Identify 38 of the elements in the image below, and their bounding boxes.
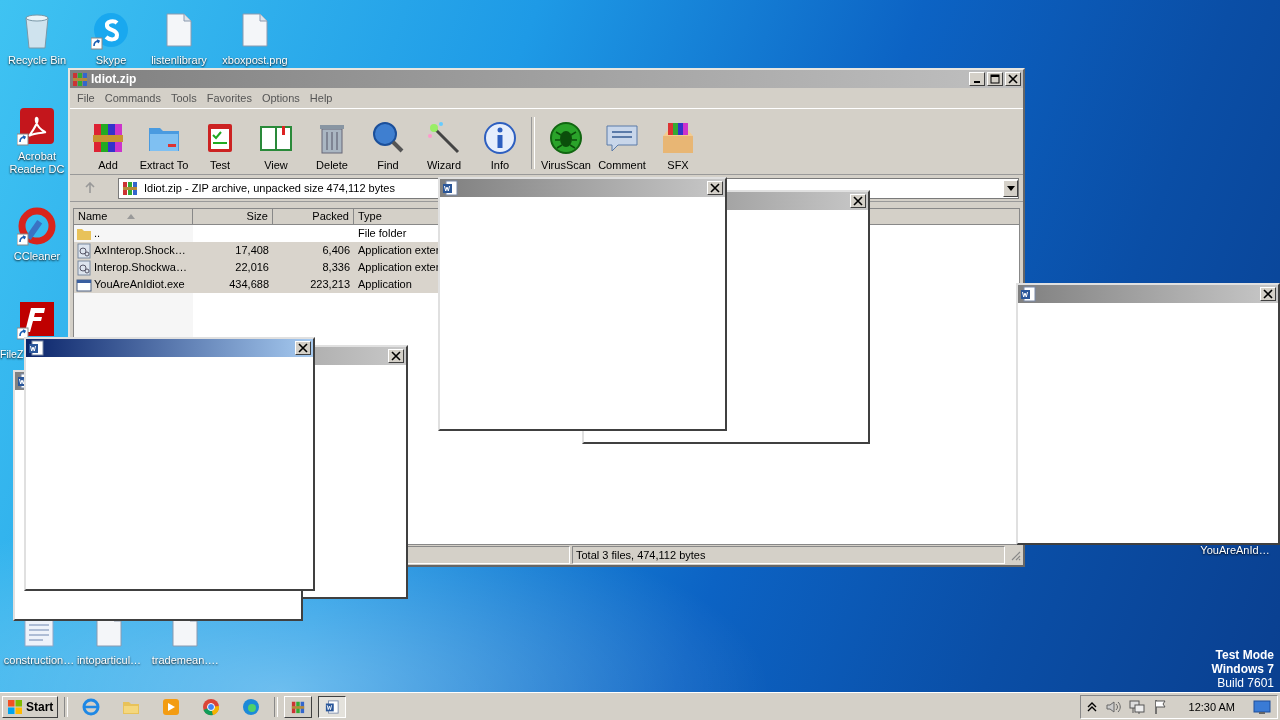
toolbar-button[interactable]: Info: [472, 120, 528, 171]
desktop-icon-label[interactable]: YouAreAnId…: [1200, 544, 1270, 557]
clock[interactable]: 12:30 AM: [1188, 700, 1235, 713]
toolbar-button[interactable]: VirusScan: [538, 120, 594, 171]
packed-cell: 223,213: [273, 276, 354, 293]
file-name-cell[interactable]: AxInterop.Shock…: [74, 242, 193, 259]
menu-item[interactable]: Options: [256, 92, 305, 104]
start-button[interactable]: Start: [2, 695, 59, 718]
menu-item[interactable]: Help: [304, 92, 338, 104]
column-header[interactable]: Size: [193, 209, 273, 225]
file-name-cell[interactable]: Interop.Shockwa…: [74, 259, 193, 276]
column-header[interactable]: Packed: [273, 209, 354, 225]
toolbar-button[interactable]: View: [248, 120, 304, 171]
menu-item[interactable]: Favorites: [201, 92, 257, 104]
menu-item[interactable]: File: [72, 92, 100, 104]
type-cell-text: File folder: [357, 226, 408, 241]
os-watermark-text: Build 7601: [1217, 676, 1274, 690]
toolbar-button[interactable]: Find: [360, 120, 416, 171]
toolbar-button[interactable]: Wizard: [416, 120, 472, 171]
toolbar-button[interactable]: Comment: [594, 120, 650, 171]
toolbar-button[interactable]: SFX: [650, 120, 706, 171]
status-text: Total 3 files, 474,112 bytes: [572, 546, 1005, 564]
size-cell: 22,016: [193, 259, 273, 276]
packed-cell: 8,336: [273, 259, 354, 276]
size-cell: 434,688: [193, 276, 273, 293]
os-watermark-text: Windows 7: [1211, 662, 1274, 676]
menu-item[interactable]: Tools: [166, 92, 202, 104]
file-name-cell[interactable]: ..: [74, 225, 193, 242]
file-name-cell[interactable]: YouAreAnIdiot.exe: [74, 276, 193, 293]
toolbar-button[interactable]: Add: [80, 120, 136, 171]
os-watermark-text: Test Mode: [1215, 648, 1274, 662]
menu-item[interactable]: Commands: [99, 92, 166, 104]
packed-cell: 6,406: [273, 242, 354, 259]
toolbar-button[interactable]: Test: [192, 120, 248, 171]
window-title: Idiot.zip: [91, 72, 137, 86]
toolbar-button[interactable]: Extract To: [136, 120, 192, 171]
toolbar-button[interactable]: Delete: [304, 120, 360, 171]
size-cell: 17,408: [193, 242, 273, 259]
